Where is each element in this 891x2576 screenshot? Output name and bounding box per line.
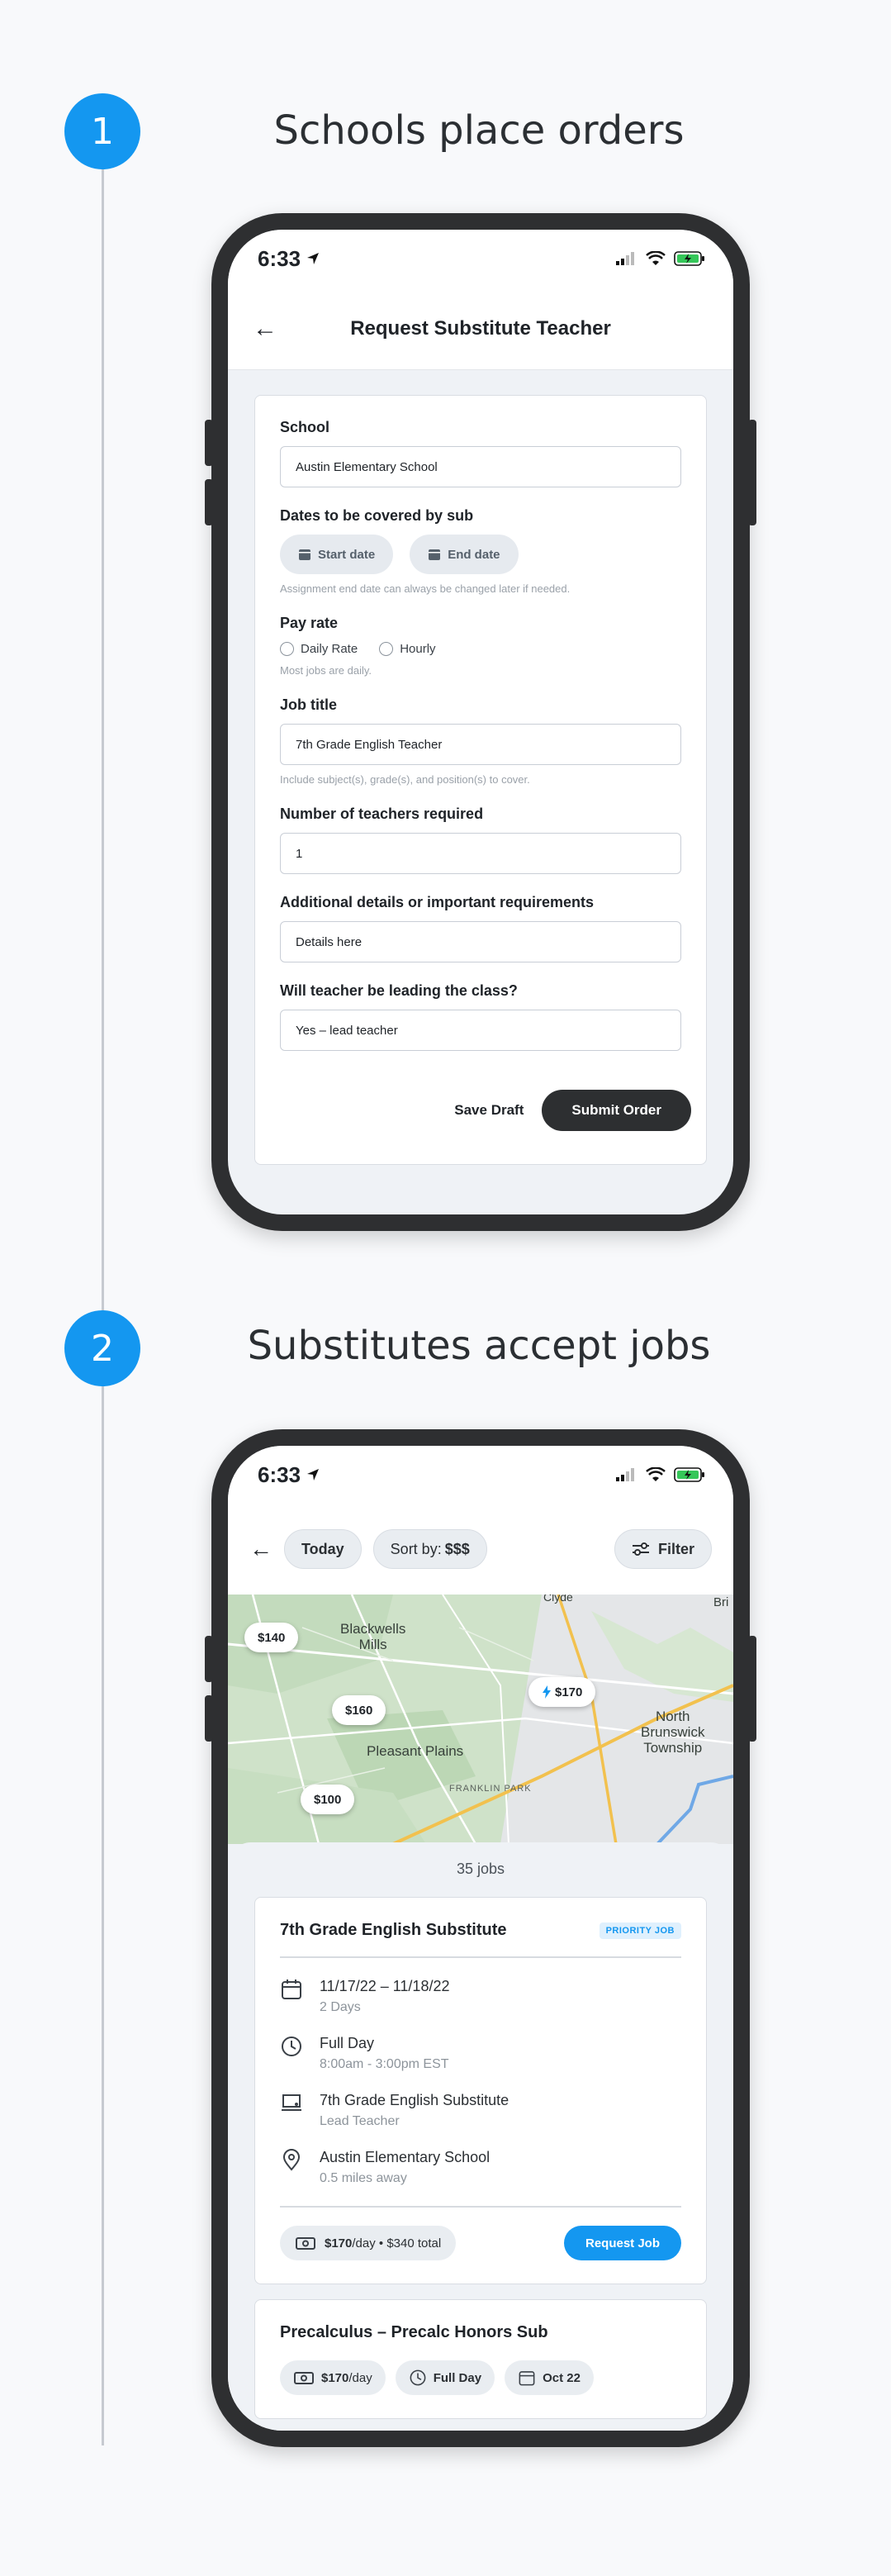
job-role: Lead Teacher: [320, 2114, 400, 2128]
job-card[interactable]: 7th Grade English Substitute PRIORITY JO…: [254, 1897, 707, 2284]
rate-pill: $170/day • $340 total: [280, 2226, 457, 2260]
job-dates: 11/17/22 – 11/18/22: [320, 1978, 450, 1994]
back-arrow-icon[interactable]: ←: [253, 315, 277, 343]
lead-label: Will teacher be leading the class?: [280, 982, 518, 999]
daily-rate-radio[interactable]: Daily Rate: [280, 642, 358, 656]
teachers-input[interactable]: 1: [280, 833, 681, 874]
step-2-title: Substitutes accept jobs: [247, 1323, 711, 1369]
wifi-icon: [646, 251, 666, 265]
lead-select[interactable]: Yes – lead teacher: [280, 1010, 681, 1051]
status-bar: 6:33: [228, 1446, 733, 1504]
timeline-line: [102, 132, 104, 2445]
job-hours: 8:00am - 3:00pm EST: [320, 2057, 449, 2071]
map-label-pleasant-plains: Pleasant Plains: [367, 1743, 464, 1759]
rate-chip: $170/day: [280, 2360, 386, 2395]
job-title-hint: Include subject(s), grade(s), and positi…: [280, 773, 530, 786]
status-time: 6:33: [258, 246, 320, 272]
status-bar: 6:33: [228, 230, 733, 288]
classroom-icon: [282, 2094, 301, 2111]
map-price-pin-selected[interactable]: $170: [528, 1677, 596, 1707]
job-position: 7th Grade English Substitute: [320, 2092, 509, 2108]
hourly-radio[interactable]: Hourly: [379, 642, 436, 656]
job-title: 7th Grade English Substitute: [280, 1921, 507, 1939]
location-arrow-icon: [307, 253, 320, 264]
end-date-button[interactable]: End date: [410, 535, 519, 574]
job-duration: Full Day: [320, 2035, 375, 2051]
calendar-icon: [299, 549, 310, 560]
phone-order-screen: 6:33 ← Request Substitute Teacher School…: [205, 213, 756, 1231]
screen-title: Request Substitute Teacher: [350, 316, 611, 340]
signal-icon: [616, 1468, 634, 1481]
sliders-icon: [632, 1542, 649, 1556]
phone-jobs-screen: 6:33 ← Today Sort by: $$$ Filter Blackwe…: [205, 1429, 756, 2447]
jobs-toolbar: ← Today Sort by: $$$ Filter: [228, 1504, 733, 1595]
cash-icon: [294, 2372, 314, 2384]
school-input[interactable]: Austin Elementary School: [280, 446, 681, 487]
start-date-button[interactable]: Start date: [280, 535, 394, 574]
calendar-icon: [519, 2371, 535, 2386]
job-title-input[interactable]: 7th Grade English Teacher: [280, 724, 681, 765]
date-chip: Oct 22: [505, 2360, 594, 2395]
app-bar: ← Request Substitute Teacher: [228, 288, 733, 370]
jobs-count: 35 jobs: [456, 1861, 505, 1877]
lightning-icon: [543, 1685, 551, 1699]
map-label-franklin-park: FRANKLIN PARK: [449, 1784, 532, 1794]
calendar-icon: [282, 1980, 301, 1999]
teachers-label: Number of teachers required: [280, 806, 484, 822]
map-label-bri: Bri: [713, 1595, 729, 1609]
job-card[interactable]: Precalculus – Precalc Honors Sub $170/da…: [254, 2299, 707, 2419]
wifi-icon: [646, 1467, 666, 1481]
school-label: School: [280, 419, 330, 435]
jobs-sheet: 35 jobs 7th Grade English Substitute PRI…: [228, 1842, 733, 2431]
map-price-pin[interactable]: $160: [332, 1695, 386, 1725]
job-title-label: Job title: [280, 696, 338, 713]
dates-hint: Assignment end date can always be change…: [280, 582, 571, 595]
sort-button[interactable]: Sort by: $$$: [372, 1529, 487, 1569]
jobs-map[interactable]: Blackwells Mills Pleasant Plains FRANKLIN…: [228, 1595, 733, 1844]
back-arrow-icon[interactable]: ←: [249, 1536, 273, 1562]
job-distance: 0.5 miles away: [320, 2171, 407, 2185]
map-price-pin[interactable]: $100: [301, 1785, 355, 1814]
details-input[interactable]: Details here: [280, 921, 681, 962]
order-form: School Austin Elementary School Dates to…: [254, 395, 707, 1165]
filter-button[interactable]: Filter: [614, 1529, 712, 1569]
map-label-blackwells: Blackwells Mills: [340, 1621, 406, 1652]
step-1-badge: 1: [64, 93, 140, 169]
job-days: 2 Days: [320, 2000, 361, 2014]
cash-icon: [296, 2237, 315, 2250]
signal-icon: [616, 252, 634, 265]
step-1-title: Schools place orders: [273, 107, 685, 154]
location-pin-icon: [282, 2149, 301, 2171]
map-price-pin[interactable]: $140: [244, 1623, 299, 1652]
details-label: Additional details or important requirem…: [280, 894, 595, 910]
duration-chip: Full Day: [395, 2360, 495, 2395]
dates-label: Dates to be covered by sub: [280, 507, 474, 524]
battery-charging-icon: [674, 1467, 704, 1482]
battery-charging-icon: [674, 251, 704, 266]
pay-hint: Most jobs are daily.: [280, 664, 372, 677]
today-button[interactable]: Today: [284, 1529, 362, 1569]
status-time: 6:33: [258, 1462, 320, 1488]
location-arrow-icon: [307, 1469, 320, 1480]
save-draft-button[interactable]: Save Draft: [454, 1102, 524, 1119]
job-school: Austin Elementary School: [320, 2149, 491, 2165]
priority-badge: PRIORITY JOB: [599, 1922, 681, 1939]
step-2-badge: 2: [64, 1310, 140, 1386]
pay-rate-label: Pay rate: [280, 615, 339, 631]
clock-icon: [282, 2037, 301, 2056]
calendar-icon: [429, 549, 441, 560]
request-job-button[interactable]: Request Job: [563, 2226, 681, 2260]
map-label-clyde: Clyde: [543, 1595, 573, 1604]
map-label-north-brunswick: North Brunswick Township: [641, 1709, 705, 1756]
clock-icon: [410, 2369, 426, 2386]
submit-order-button[interactable]: Submit Order: [542, 1090, 691, 1131]
job-title: Precalculus – Precalc Honors Sub: [280, 2323, 548, 2341]
